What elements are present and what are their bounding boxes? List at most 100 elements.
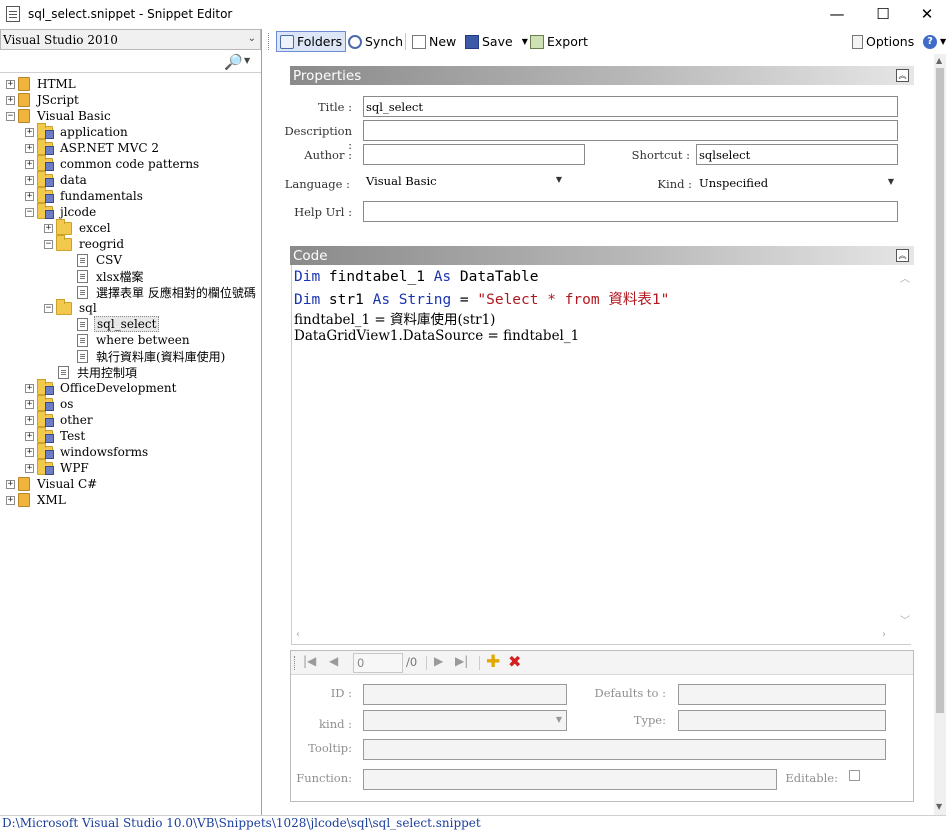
language-select[interactable]: Visual Basic ▼ — [363, 172, 566, 191]
dropdown-arrow-icon[interactable]: ▼ — [244, 56, 250, 65]
code-line-3: findtabel_1 = 資料庫使用(str1) — [294, 312, 496, 328]
kind-decl-select[interactable]: ▼ — [363, 710, 567, 731]
expand-icon[interactable]: + — [25, 191, 34, 201]
tree-node[interactable]: − reogrid — [44, 234, 126, 252]
expand-icon[interactable]: + — [25, 463, 34, 473]
code-vertical-scrollbar[interactable]: ︿ ﹀ — [896, 268, 912, 628]
toolbar-grip[interactable] — [268, 33, 270, 50]
code-horizontal-scrollbar[interactable]: ‹ › — [292, 628, 896, 644]
next-record-icon[interactable]: ▶ — [434, 654, 443, 668]
tree-node[interactable]: − sql — [44, 298, 99, 316]
expand-icon[interactable]: + — [25, 415, 34, 425]
synch-button[interactable]: Synch — [345, 31, 406, 52]
kind-select[interactable]: Unspecified ▼ — [696, 174, 898, 193]
scroll-up-icon[interactable]: ▲ — [936, 56, 942, 65]
scroll-left-icon[interactable]: ‹ — [296, 629, 300, 640]
snippet-file-icon — [77, 253, 88, 267]
tree-node[interactable]: + XML — [6, 492, 68, 508]
add-record-icon[interactable]: ✚ — [486, 652, 500, 672]
tree-node[interactable]: xlsx檔案 — [63, 268, 146, 284]
editable-checkbox[interactable] — [849, 770, 860, 781]
scroll-down-icon[interactable]: ﹀ — [900, 612, 910, 627]
code-editor[interactable]: Dim findtabel_1 As DataTable Dim str1 As… — [291, 265, 911, 645]
function-field[interactable] — [363, 769, 777, 790]
tree-node[interactable]: + JScript — [6, 92, 81, 108]
defaults-to-field[interactable] — [678, 684, 886, 705]
delete-record-icon[interactable]: ✖ — [508, 652, 521, 671]
visual-studio-version-select[interactable]: Visual Studio 2010 ⌄ — [0, 29, 261, 50]
help-dropdown-icon[interactable]: ▼ — [940, 37, 946, 46]
folder-icon — [56, 234, 72, 251]
tooltip-field[interactable] — [363, 739, 886, 760]
tree-node[interactable]: sql_select — [63, 316, 160, 332]
save-button[interactable]: Save ▼ — [462, 31, 531, 52]
options-button[interactable]: Options — [849, 31, 917, 52]
maximize-button[interactable]: ☐ — [860, 0, 906, 28]
help-url-field[interactable] — [363, 201, 898, 222]
options-label: Options — [866, 34, 915, 49]
expand-icon[interactable]: + — [25, 159, 34, 169]
expand-icon[interactable]: + — [25, 447, 34, 457]
expand-icon[interactable]: + — [25, 127, 34, 137]
id-field[interactable] — [363, 684, 567, 705]
properties-header: Properties — [290, 66, 914, 85]
tree-node[interactable]: − Visual Basic — [6, 108, 113, 124]
expand-icon[interactable]: + — [6, 79, 15, 89]
record-position-input[interactable]: 0 — [353, 653, 403, 673]
first-record-icon[interactable]: |◀ — [303, 654, 316, 668]
tree-node[interactable]: 選擇表單 反應相對的欄位號碼 — [63, 284, 258, 300]
tree-node[interactable]: + Visual C# — [6, 476, 99, 492]
collapse-code-icon[interactable]: ︽ — [896, 249, 909, 262]
new-button[interactable]: New — [409, 31, 459, 52]
tree-node-label: common code patterns — [60, 157, 200, 171]
tree-node[interactable]: 共用控制項 — [44, 364, 139, 380]
scroll-right-icon[interactable]: › — [882, 629, 886, 640]
collapse-icon[interactable]: − — [6, 111, 15, 121]
chevron-down-icon: ▼ — [555, 175, 562, 184]
expand-icon[interactable]: + — [25, 383, 34, 393]
title-field[interactable]: sql_select — [363, 96, 898, 117]
collapse-icon[interactable]: − — [44, 239, 53, 249]
tree-node[interactable]: where between — [63, 332, 192, 348]
search-icon[interactable]: 🔎 — [224, 53, 243, 71]
last-record-icon[interactable]: ▶| — [455, 654, 468, 668]
type-field[interactable] — [678, 710, 886, 731]
description-field[interactable] — [363, 120, 898, 141]
tree-node[interactable]: + WPF — [25, 458, 91, 476]
close-button[interactable]: ✕ — [904, 0, 946, 28]
tree-node[interactable]: + Test — [25, 426, 87, 444]
export-button[interactable]: Export — [527, 31, 591, 52]
previous-record-icon[interactable]: ◀ — [329, 654, 338, 668]
tree-node[interactable]: + HTML — [6, 76, 78, 92]
expand-icon[interactable]: + — [25, 431, 34, 441]
expand-icon[interactable]: + — [25, 143, 34, 153]
help-button[interactable]: ? ▼ — [920, 31, 946, 52]
tree-node[interactable]: 執行資料庫(資料庫使用) — [63, 348, 227, 364]
expand-icon[interactable]: + — [6, 479, 15, 489]
expand-icon[interactable]: + — [25, 399, 34, 409]
scrollbar-thumb[interactable] — [936, 68, 944, 713]
minimize-button[interactable]: — — [814, 0, 860, 28]
main-vertical-scrollbar[interactable]: ▲ ▼ — [934, 54, 946, 816]
collapse-properties-icon[interactable]: ︽ — [896, 69, 909, 82]
tree-node[interactable]: + os — [25, 394, 75, 412]
tree-node[interactable]: + excel — [44, 218, 113, 236]
tree-node[interactable]: + other — [25, 410, 95, 428]
tree-node[interactable]: + OfficeDevelopment — [25, 378, 178, 396]
tree-node[interactable]: CSV — [63, 252, 124, 268]
shortcut-field[interactable]: sqlselect — [696, 144, 898, 165]
expand-icon[interactable]: + — [44, 223, 53, 233]
collapse-icon[interactable]: − — [44, 303, 53, 313]
tree-node[interactable]: + data — [25, 170, 89, 188]
expand-icon[interactable]: + — [25, 175, 34, 185]
scroll-up-icon[interactable]: ︿ — [900, 270, 910, 285]
collapse-icon[interactable]: − — [25, 207, 34, 217]
author-field[interactable] — [363, 144, 585, 165]
tree-node[interactable]: + common code patterns — [25, 154, 201, 172]
scroll-down-icon[interactable]: ▼ — [936, 802, 942, 811]
expand-icon[interactable]: + — [6, 95, 15, 105]
chevron-down-icon: ⌄ — [247, 33, 256, 44]
folders-button[interactable]: Folders — [276, 31, 347, 52]
navigator-grip[interactable] — [294, 656, 295, 670]
expand-icon[interactable]: + — [6, 495, 15, 505]
